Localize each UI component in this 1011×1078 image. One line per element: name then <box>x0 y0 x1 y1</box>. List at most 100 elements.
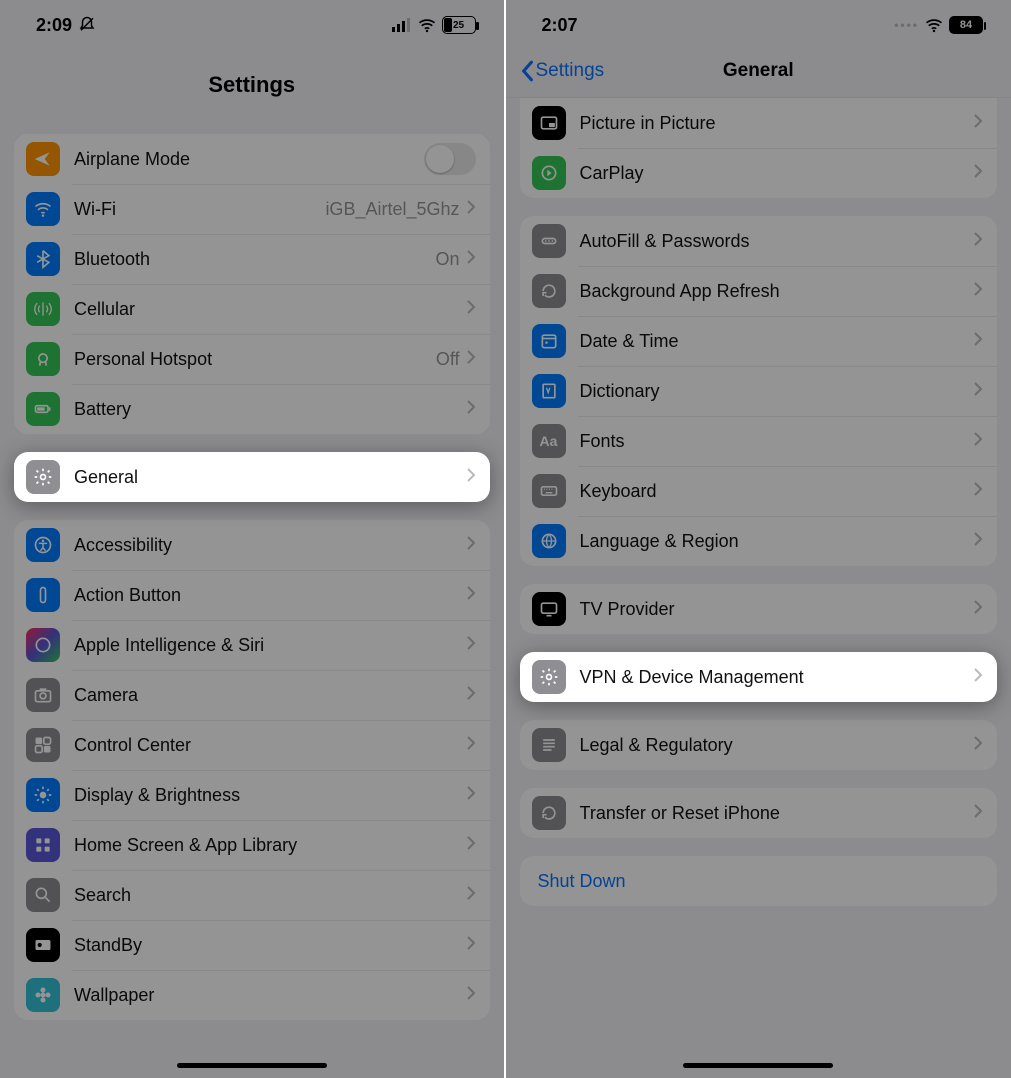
settings-scroll[interactable]: Airplane ModeWi-FiiGB_Airtel_5GhzBluetoo… <box>0 116 504 1078</box>
row-shutdown[interactable]: Shut Down <box>520 856 998 906</box>
back-button[interactable]: Settings <box>520 60 605 82</box>
accessibility-icon <box>26 528 60 562</box>
row-label: Accessibility <box>74 535 466 556</box>
bluetooth-icon <box>26 242 60 276</box>
dictionary-icon <box>532 374 566 408</box>
row-dictionary[interactable]: Dictionary <box>520 366 998 416</box>
legal-icon <box>532 728 566 762</box>
group-legal: Legal & Regulatory <box>520 720 998 770</box>
home-indicator[interactable] <box>683 1063 833 1068</box>
gear-icon <box>532 660 566 694</box>
row-language-region[interactable]: Language & Region <box>520 516 998 566</box>
recording-dots-icon: •••• <box>894 18 919 32</box>
row-label: Dictionary <box>580 381 974 402</box>
row-label: Cellular <box>74 299 466 320</box>
chevron-right-icon <box>466 835 476 856</box>
row-background-app-refresh[interactable]: Background App Refresh <box>520 266 998 316</box>
chevron-right-icon <box>466 785 476 806</box>
row-camera[interactable]: Camera <box>14 670 490 720</box>
chevron-right-icon <box>466 399 476 420</box>
chevron-left-icon <box>520 60 534 82</box>
autofill-icon <box>532 224 566 258</box>
row-battery[interactable]: Battery <box>14 384 490 434</box>
battery-indicator: 25 <box>442 16 476 34</box>
row-home-screen-app-library[interactable]: Home Screen & App Library <box>14 820 490 870</box>
row-personal-hotspot[interactable]: Personal HotspotOff <box>14 334 490 384</box>
language-icon <box>532 524 566 558</box>
row-bluetooth[interactable]: BluetoothOn <box>14 234 490 284</box>
group-prefs: AutoFill & PasswordsBackground App Refre… <box>520 216 998 566</box>
row-label: Wallpaper <box>74 985 466 1006</box>
chevron-right-icon <box>466 199 476 220</box>
status-bar: 2:07 •••• 84 <box>506 0 1011 44</box>
shutdown-label: Shut Down <box>538 871 984 892</box>
date-icon <box>532 324 566 358</box>
chevron-right-icon <box>973 113 983 134</box>
row-apple-intelligence-siri[interactable]: Apple Intelligence & Siri <box>14 620 490 670</box>
row-picture-in-picture[interactable]: Picture in Picture <box>520 98 998 148</box>
row-label: TV Provider <box>580 599 974 620</box>
row-vpn-highlight[interactable]: VPN & Device Management <box>520 652 998 702</box>
row-label: Language & Region <box>580 531 974 552</box>
row-keyboard[interactable]: Keyboard <box>520 466 998 516</box>
cellular-bars-icon <box>392 17 412 33</box>
row-label: Airplane Mode <box>74 149 424 170</box>
row-standby[interactable]: StandBy <box>14 920 490 970</box>
wallpaper-icon <box>26 978 60 1012</box>
row-label: Personal Hotspot <box>74 349 436 370</box>
hotspot-icon <box>26 342 60 376</box>
bell-slash-icon <box>78 16 96 34</box>
row-label: Transfer or Reset iPhone <box>580 803 974 824</box>
home-indicator[interactable] <box>177 1063 327 1068</box>
row-fonts[interactable]: AaFonts <box>520 416 998 466</box>
row-label: Search <box>74 885 466 906</box>
page-title: Settings <box>0 44 504 116</box>
row-control-center[interactable]: Control Center <box>14 720 490 770</box>
row-autofill-passwords[interactable]: AutoFill & Passwords <box>520 216 998 266</box>
row-search[interactable]: Search <box>14 870 490 920</box>
row-accessibility[interactable]: Accessibility <box>14 520 490 570</box>
gear-icon <box>26 460 60 494</box>
chevron-right-icon <box>466 467 476 488</box>
action-icon <box>26 578 60 612</box>
row-wi-fi[interactable]: Wi-FiiGB_Airtel_5Ghz <box>14 184 490 234</box>
general-scroll[interactable]: Picture in PictureCarPlay AutoFill & Pas… <box>506 98 1011 1078</box>
chevron-right-icon <box>466 735 476 756</box>
row-carplay[interactable]: CarPlay <box>520 148 998 198</box>
toggle[interactable] <box>424 143 476 175</box>
group-system: Accessibility Action ButtonApple Intellig… <box>14 520 490 1020</box>
row-general-highlight[interactable]: General <box>14 452 490 502</box>
row-label: Bluetooth <box>74 249 435 270</box>
chevron-right-icon <box>466 349 476 370</box>
row-transfer-or-reset-iphone[interactable]: Transfer or Reset iPhone <box>520 788 998 838</box>
row-legal-regulatory[interactable]: Legal & Regulatory <box>520 720 998 770</box>
row-date-time[interactable]: Date & Time <box>520 316 998 366</box>
group-media: Picture in PictureCarPlay <box>520 98 998 198</box>
chevron-right-icon <box>466 249 476 270</box>
row-label: Date & Time <box>580 331 974 352</box>
chevron-right-icon <box>973 531 983 552</box>
row-action-button[interactable]: Action Button <box>14 570 490 620</box>
row-airplane-mode[interactable]: Airplane Mode <box>14 134 490 184</box>
row-tv-provider[interactable]: TV Provider <box>520 584 998 634</box>
row-wallpaper[interactable]: Wallpaper <box>14 970 490 1020</box>
display-icon <box>26 778 60 812</box>
standby-icon <box>26 928 60 962</box>
chevron-right-icon <box>466 685 476 706</box>
row-value: iGB_Airtel_5Ghz <box>325 199 459 220</box>
row-cellular[interactable]: Cellular <box>14 284 490 334</box>
battery-icon <box>26 392 60 426</box>
row-label: StandBy <box>74 935 466 956</box>
row-label: Fonts <box>580 431 974 452</box>
home-icon <box>26 828 60 862</box>
wifi-icon <box>26 192 60 226</box>
tv-icon <box>532 592 566 626</box>
chevron-right-icon <box>973 431 983 452</box>
row-display-brightness[interactable]: Display & Brightness <box>14 770 490 820</box>
row-label: VPN & Device Management <box>580 667 974 688</box>
group-shutdown: Shut Down <box>520 856 998 906</box>
row-label: Control Center <box>74 735 466 756</box>
chevron-right-icon <box>466 935 476 956</box>
group-connectivity: Airplane ModeWi-FiiGB_Airtel_5GhzBluetoo… <box>14 134 490 434</box>
row-label: Wi-Fi <box>74 199 325 220</box>
